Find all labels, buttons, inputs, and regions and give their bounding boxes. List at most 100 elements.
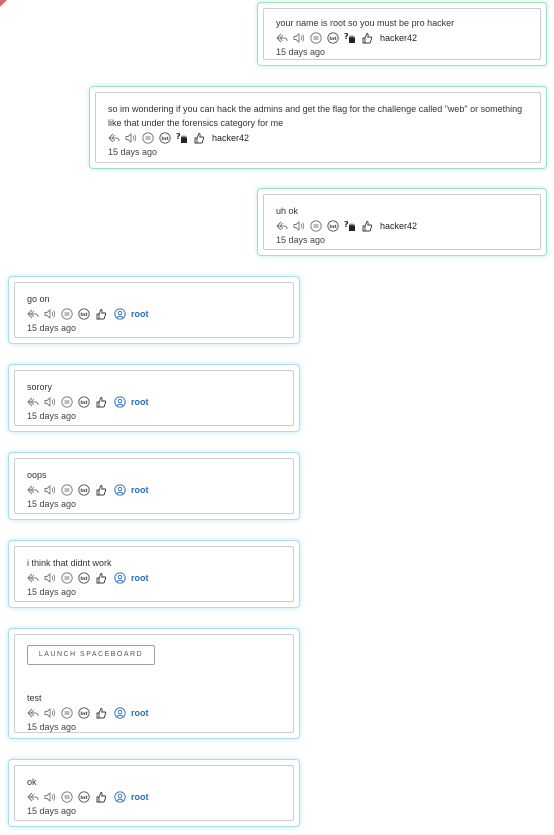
message-actions: Int root xyxy=(27,571,281,585)
interpret-icon[interactable]: Int xyxy=(78,707,90,719)
reply-icon[interactable] xyxy=(276,220,288,232)
chat-message: uh ok Int ? hacker42 15 days ago xyxy=(257,188,547,256)
svg-text:Int: Int xyxy=(80,488,88,494)
message-actions: Int root xyxy=(27,307,281,321)
thumbs-up-icon[interactable] xyxy=(95,707,107,719)
speaker-icon[interactable] xyxy=(44,308,56,320)
message-body: uh ok Int ? hacker42 15 days ago xyxy=(263,194,541,250)
svg-text:Int: Int xyxy=(329,36,337,42)
svg-text:Int: Int xyxy=(329,224,337,230)
timestamp: 15 days ago xyxy=(27,587,77,597)
message-body: ok Int root 15 days ago xyxy=(14,765,294,821)
chat-message: oops Int root 15 days ago xyxy=(8,452,300,520)
user-icon xyxy=(114,707,126,719)
transcript-icon[interactable] xyxy=(142,132,154,144)
speaker-icon[interactable] xyxy=(44,396,56,408)
timestamp: 15 days ago xyxy=(276,235,326,245)
timestamp: 15 days ago xyxy=(27,499,77,509)
message-body: oops Int root 15 days ago xyxy=(14,458,294,514)
speaker-icon[interactable] xyxy=(44,484,56,496)
message-text: your name is root so you must be pro hac… xyxy=(276,18,455,28)
thumbs-up-icon[interactable] xyxy=(95,572,107,584)
user-icon xyxy=(114,791,126,803)
timestamp: 15 days ago xyxy=(27,411,77,421)
transcript-icon[interactable] xyxy=(61,572,73,584)
transcript-icon[interactable] xyxy=(61,396,73,408)
author-name[interactable]: root xyxy=(131,573,149,583)
author-name[interactable]: root xyxy=(131,309,149,319)
reply-icon[interactable] xyxy=(108,132,120,144)
svg-text:Int: Int xyxy=(80,312,88,318)
chat-message: so im wondering if you can hack the admi… xyxy=(89,86,547,169)
transcript-icon[interactable] xyxy=(310,32,322,44)
author-name[interactable]: root xyxy=(131,708,149,718)
author-name[interactable]: hacker42 xyxy=(212,133,249,143)
message-actions: Int ? hacker42 xyxy=(108,131,528,145)
interpret-icon[interactable]: Int xyxy=(327,32,339,44)
chat-message: go on Int root 15 days ago xyxy=(8,276,300,344)
author-name[interactable]: root xyxy=(131,397,149,407)
reply-icon[interactable] xyxy=(27,707,39,719)
thumbs-up-icon[interactable] xyxy=(95,791,107,803)
svg-text:Int: Int xyxy=(80,795,88,801)
thumbs-up-icon[interactable] xyxy=(361,220,373,232)
author-name[interactable]: hacker42 xyxy=(380,221,417,231)
interpret-icon[interactable]: Int xyxy=(78,572,90,584)
author-name[interactable]: hacker42 xyxy=(380,33,417,43)
svg-text:Int: Int xyxy=(80,576,88,582)
interpret-icon[interactable]: Int xyxy=(327,220,339,232)
interpret-icon[interactable]: Int xyxy=(78,396,90,408)
message-text: oops xyxy=(27,470,47,480)
author-name[interactable]: root xyxy=(131,792,149,802)
speaker-icon[interactable] xyxy=(44,572,56,584)
thumbs-up-icon[interactable] xyxy=(193,132,205,144)
thumbs-up-icon[interactable] xyxy=(361,32,373,44)
interpret-icon[interactable]: Int xyxy=(78,484,90,496)
reply-icon[interactable] xyxy=(27,308,39,320)
reply-icon[interactable] xyxy=(27,572,39,584)
hand-gesture-icon[interactable]: ? xyxy=(176,132,188,144)
message-actions: Int ? hacker42 xyxy=(276,31,528,45)
speaker-icon[interactable] xyxy=(125,132,137,144)
reply-icon[interactable] xyxy=(27,396,39,408)
transcript-icon[interactable] xyxy=(61,308,73,320)
author-name[interactable]: root xyxy=(131,485,149,495)
reply-icon[interactable] xyxy=(276,32,288,44)
message-body: i think that didnt work Int root 15 days… xyxy=(14,546,294,602)
reply-icon[interactable] xyxy=(27,791,39,803)
message-body: sorory Int root 15 days ago xyxy=(14,370,294,426)
message-text: ok xyxy=(27,777,37,787)
timestamp: 15 days ago xyxy=(27,722,77,732)
reply-icon[interactable] xyxy=(27,484,39,496)
hand-gesture-icon[interactable]: ? xyxy=(344,220,356,232)
transcript-icon[interactable] xyxy=(61,484,73,496)
transcript-icon[interactable] xyxy=(61,791,73,803)
user-icon xyxy=(114,396,126,408)
message-body: go on Int root 15 days ago xyxy=(14,282,294,338)
speaker-icon[interactable] xyxy=(293,220,305,232)
user-icon xyxy=(114,484,126,496)
chat-message: sorory Int root 15 days ago xyxy=(8,364,300,432)
launch-spaceboard-button[interactable]: LAUNCH SPACEBOARD xyxy=(27,645,155,665)
speaker-icon[interactable] xyxy=(44,791,56,803)
chat-message: i think that didnt work Int root 15 days… xyxy=(8,540,300,608)
transcript-icon[interactable] xyxy=(310,220,322,232)
message-text: go on xyxy=(27,294,50,304)
thumbs-up-icon[interactable] xyxy=(95,308,107,320)
thumbs-up-icon[interactable] xyxy=(95,484,107,496)
interpret-icon[interactable]: Int xyxy=(78,308,90,320)
message-text: sorory xyxy=(27,382,53,392)
speaker-icon[interactable] xyxy=(293,32,305,44)
speaker-icon[interactable] xyxy=(44,707,56,719)
message-body: so im wondering if you can hack the admi… xyxy=(95,92,541,163)
message-text: uh ok xyxy=(276,206,299,216)
svg-text:Int: Int xyxy=(80,711,88,717)
thumbs-up-icon[interactable] xyxy=(95,396,107,408)
interpret-icon[interactable]: Int xyxy=(159,132,171,144)
transcript-icon[interactable] xyxy=(61,707,73,719)
timestamp: 15 days ago xyxy=(27,323,77,333)
corner-accent xyxy=(0,0,7,7)
hand-gesture-icon[interactable]: ? xyxy=(344,32,356,44)
svg-text:?: ? xyxy=(344,220,349,229)
interpret-icon[interactable]: Int xyxy=(78,791,90,803)
